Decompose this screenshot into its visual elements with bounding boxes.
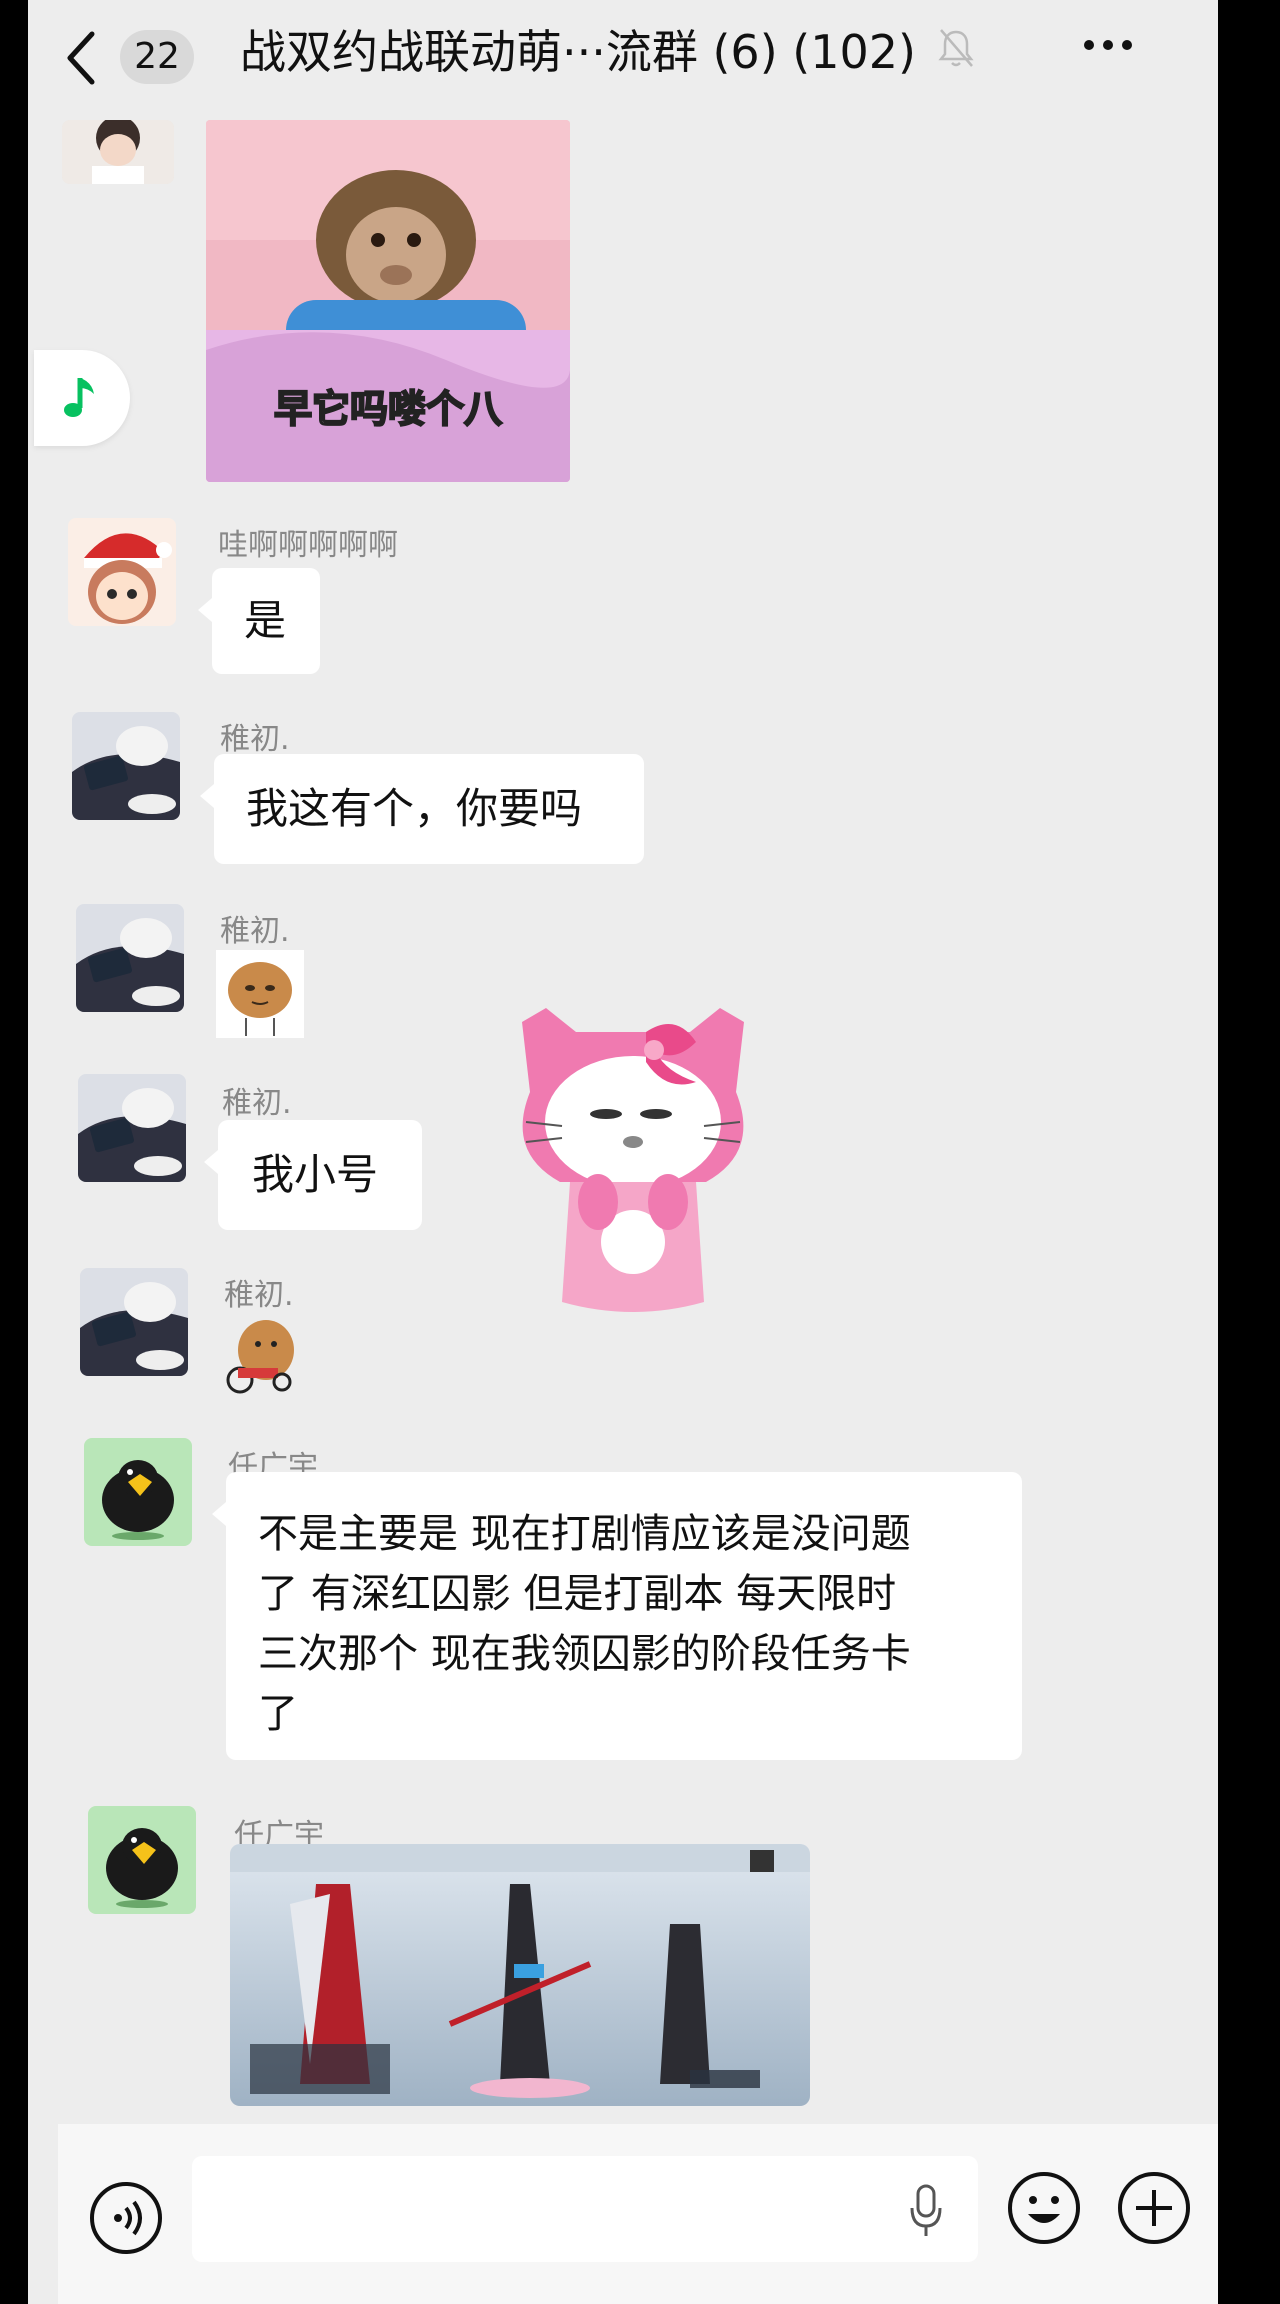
back-arrow-icon[interactable] (62, 28, 98, 88)
message-bubble[interactable]: 我小号 (204, 1120, 422, 1230)
avatar[interactable] (72, 712, 180, 820)
message-text: 我小号 (252, 1150, 379, 1199)
avatar[interactable] (84, 1438, 192, 1546)
hello-kitty-sticker (506, 1002, 760, 1322)
more-dots-icon[interactable] (1082, 38, 1134, 52)
image-message[interactable]: 早它吗喽个八 (206, 120, 570, 482)
avatar[interactable] (62, 120, 174, 184)
game-screenshot-image[interactable] (230, 1844, 810, 2106)
avatar[interactable] (88, 1806, 196, 1914)
message-bubble[interactable]: 不是主要是 现在打剧情应该是没问题 了 有深红囚影 但是打副本 每天限时 三次那… (212, 1472, 1022, 1760)
message-input[interactable] (192, 2156, 978, 2262)
sender-name: 稚初. (224, 1278, 294, 1313)
mic-icon[interactable] (906, 2182, 946, 2238)
message-bubble[interactable]: 我这有个，你要吗 (200, 754, 644, 864)
message-line: 了 (258, 1691, 298, 1737)
image-caption: 早它吗喽个八 (273, 386, 503, 432)
sender-name: 哇啊啊啊啊啊 (218, 528, 398, 563)
cat-sticker[interactable] (216, 950, 304, 1038)
message-bubble[interactable]: 是 (198, 568, 320, 674)
message-line: 三次那个 现在我领囚影的阶段任务卡 (258, 1631, 911, 1677)
emoji-icon[interactable] (1006, 2170, 1082, 2246)
hamster-sticker[interactable] (222, 1312, 302, 1396)
unread-count-badge[interactable]: 22 (120, 30, 194, 84)
screen: 22 战双约战联动萌···流群 (6) (102) 早它吗喽个八 哇啊啊啊啊啊 … (0, 0, 1280, 2304)
avatar[interactable] (68, 518, 176, 626)
avatar[interactable] (80, 1268, 188, 1376)
floating-music-button[interactable] (34, 350, 130, 446)
message-text: 是 (244, 596, 287, 645)
message-line: 不是主要是 现在打剧情应该是没问题 (258, 1511, 911, 1557)
chat-title: 战双约战联动萌···流群 (6) (102) (240, 25, 916, 79)
avatar[interactable] (78, 1074, 186, 1182)
avatar[interactable] (76, 904, 184, 1012)
bell-muted-icon (938, 29, 974, 67)
voice-icon[interactable] (88, 2180, 164, 2256)
sender-name: 稚初. (222, 1086, 292, 1121)
message-text: 我这有个，你要吗 (246, 784, 583, 833)
plus-icon[interactable] (1116, 2170, 1192, 2246)
message-line: 了 有深红囚影 但是打副本 每天限时 (258, 1571, 897, 1617)
music-note-icon (64, 378, 94, 417)
sender-name: 稚初. (220, 722, 290, 757)
sender-name: 稚初. (220, 914, 290, 949)
